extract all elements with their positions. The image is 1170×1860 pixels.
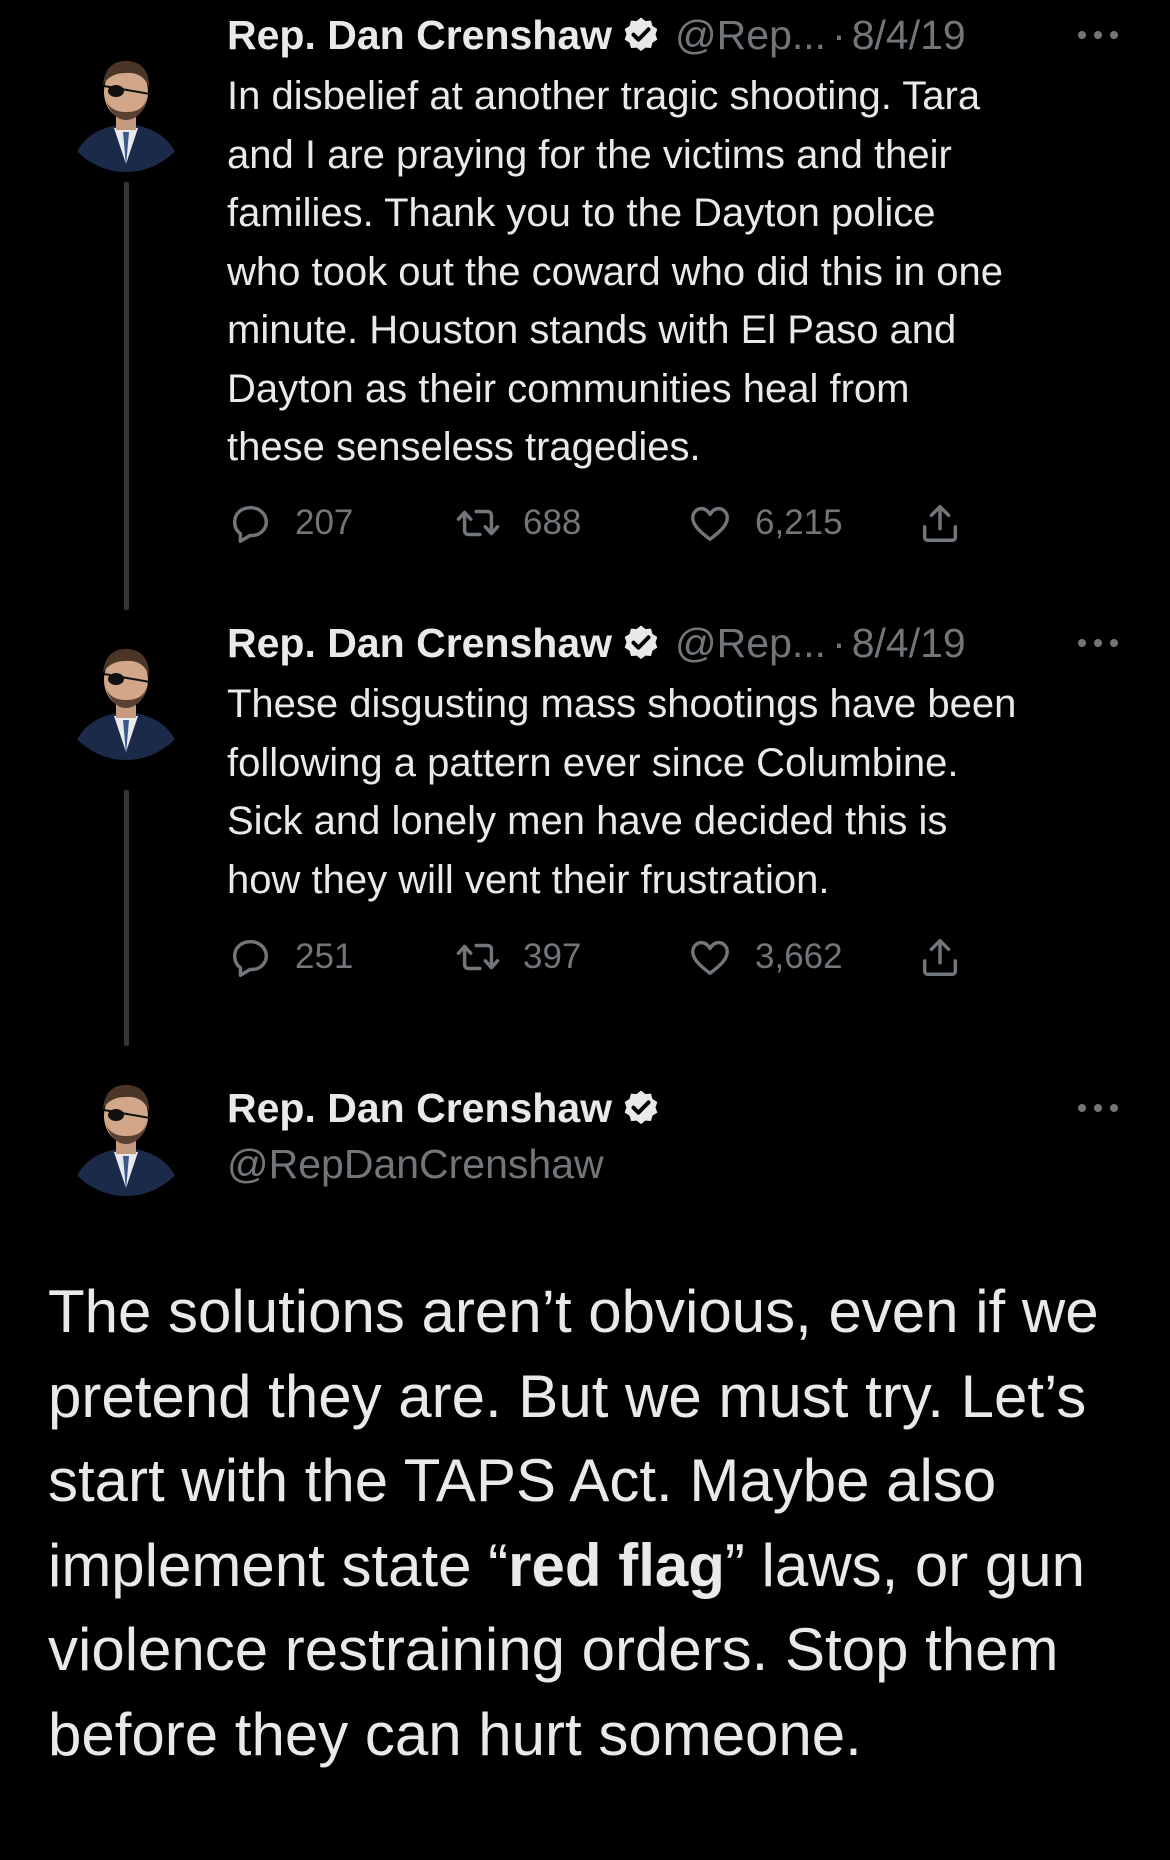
like-icon [691,940,729,976]
more-options-icon[interactable] [1060,10,1120,60]
reply-button[interactable]: 251 [227,932,353,982]
tweet-text: In disbelief at another tragic shooting.… [227,74,1004,469]
tweet-header: Rep. Dan Crenshaw @Rep... · 8/4/19 [227,10,1120,60]
avatar[interactable] [58,36,194,172]
reply-icon [232,505,269,543]
reply-button[interactable]: 207 [227,498,353,548]
like-count: 6,215 [755,503,843,542]
like-button[interactable]: 6,215 [687,498,843,548]
reply-icon [232,939,269,977]
main-text-bold: red flag [508,1531,725,1599]
retweet-icon [456,943,500,971]
verified-badge-icon [621,1088,661,1128]
display-name[interactable]: Rep. Dan Crenshaw [227,12,612,59]
share-button[interactable] [917,498,963,548]
avatar-image [58,36,194,172]
verified-badge-icon [621,623,661,663]
thread-line-1 [124,182,129,610]
retweet-count: 688 [523,503,582,542]
share-button[interactable] [917,932,963,982]
avatar-image [58,624,194,760]
tweet-actions: 207 688 6,215 [227,498,987,548]
timestamp[interactable]: 8/4/19 [852,12,966,59]
avatar-image [58,1060,194,1196]
like-icon [691,506,729,542]
timestamp[interactable]: 8/4/19 [852,620,966,667]
handle[interactable]: @Rep... [675,12,826,59]
handle[interactable]: @RepDanCrenshaw [227,1136,1120,1192]
more-options-icon[interactable] [1060,1083,1120,1133]
handle[interactable]: @Rep... [675,620,826,667]
retweet-icon [456,509,500,537]
like-count: 3,662 [755,937,843,976]
retweet-button[interactable]: 397 [455,932,581,982]
display-name[interactable]: Rep. Dan Crenshaw [227,620,612,667]
avatar[interactable] [58,624,194,760]
share-icon [922,938,958,976]
retweet-count: 397 [523,937,582,976]
tweet-header: Rep. Dan Crenshaw @Rep... · 8/4/19 [227,618,1120,668]
separator: · [832,11,846,58]
main-tweet-header: Rep. Dan Crenshaw @RepDanCrenshaw [227,1080,1120,1192]
share-icon [922,504,958,542]
separator: · [832,619,846,666]
reply-count: 207 [295,503,354,542]
main-tweet-text: The solutions aren’t obvious, even if we… [48,1270,1128,1777]
avatar[interactable] [58,1060,194,1196]
retweet-button[interactable]: 688 [455,498,581,548]
thread-line-2 [124,790,129,1046]
more-options-icon[interactable] [1060,618,1120,668]
tweet-actions: 251 397 3,662 [227,932,987,982]
tweet-text: These disgusting mass shootings have bee… [227,682,1017,902]
like-button[interactable]: 3,662 [687,932,843,982]
reply-count: 251 [295,937,354,976]
verified-badge-icon [621,15,661,55]
display-name[interactable]: Rep. Dan Crenshaw [227,1085,612,1132]
